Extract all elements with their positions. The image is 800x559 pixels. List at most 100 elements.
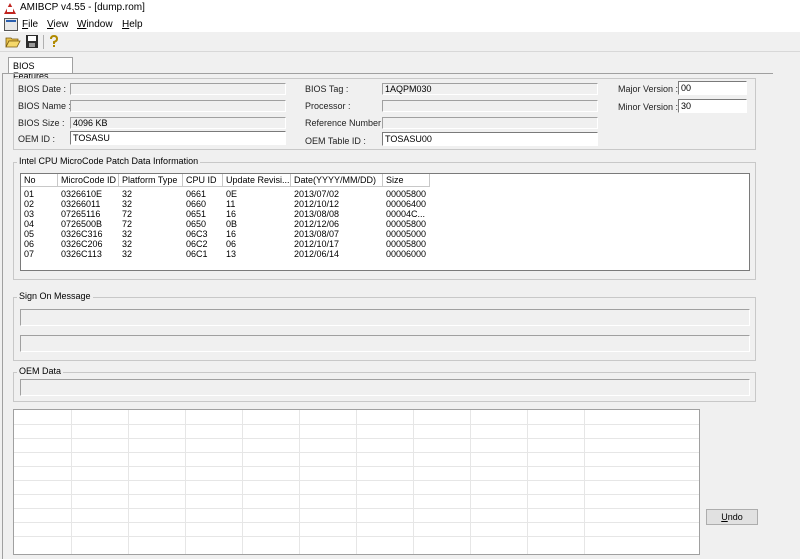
- table-cell: 0650: [186, 219, 207, 229]
- table-cell: 2012/10/17: [294, 239, 340, 249]
- table-cell: 2013/08/07: [294, 229, 340, 239]
- table-cell: 32: [122, 189, 133, 199]
- table-cell: 00005800: [386, 239, 427, 249]
- table-cell: 0651: [186, 209, 207, 219]
- microcode-group-title: Intel CPU MicroCode Patch Data Informati…: [17, 156, 201, 166]
- table-cell: 00006000: [386, 249, 427, 259]
- oem-id-label: OEM ID :: [18, 134, 56, 144]
- undo-button[interactable]: Undo: [706, 509, 758, 525]
- ami-logo-icon: [4, 3, 16, 14]
- menu-help[interactable]: Help: [122, 19, 143, 30]
- column-header[interactable]: Platform Type: [119, 174, 183, 187]
- open-folder-icon[interactable]: [5, 34, 21, 49]
- tab-bios-features[interactable]: BIOS Features: [8, 57, 73, 81]
- table-cell: 00004C...: [386, 209, 426, 219]
- data-grid[interactable]: [13, 409, 700, 555]
- table-cell: 32: [122, 229, 133, 239]
- table-cell: 06: [226, 239, 237, 249]
- column-header[interactable]: Update Revisi...: [223, 174, 291, 187]
- menu-file[interactable]: File: [22, 19, 38, 30]
- table-cell: 0E: [226, 189, 238, 199]
- table-cell: 32: [122, 199, 133, 209]
- oem-data-group-title: OEM Data: [17, 366, 64, 376]
- grid-line: [14, 480, 699, 481]
- column-header[interactable]: CPU ID: [183, 174, 223, 187]
- table-cell: 03266011: [61, 199, 101, 209]
- table-cell: 0660: [186, 199, 207, 209]
- table-cell: 01: [24, 189, 35, 199]
- table-cell: 0326C316: [61, 229, 103, 239]
- window-title: AMIBCP v4.55 - [dump.rom]: [20, 2, 145, 13]
- table-cell: 16: [226, 229, 237, 239]
- table-cell: 16: [226, 209, 237, 219]
- table-cell: 00005000: [386, 229, 427, 239]
- table-cell: 06C1: [186, 249, 208, 259]
- grid-line: [185, 410, 186, 554]
- menu-view[interactable]: View: [47, 19, 69, 30]
- major-version-label: Major Version :: [618, 84, 679, 94]
- oem-table-id-input[interactable]: TOSASU00: [382, 132, 598, 146]
- grid-line: [299, 410, 300, 554]
- grid-line: [356, 410, 357, 554]
- microcode-list[interactable]: No MicroCode ID Platform Type CPU ID Update …: [20, 173, 750, 271]
- undo-label-rest: ndo: [727, 512, 743, 522]
- grid-line: [14, 466, 699, 467]
- grid-line: [527, 410, 528, 554]
- reference-number-label: Reference Number :: [305, 118, 387, 128]
- sign-on-group-title: Sign On Message: [17, 291, 93, 301]
- table-cell: 06C3: [186, 229, 208, 239]
- grid-line: [128, 410, 129, 554]
- column-header[interactable]: MicroCode ID: [58, 174, 119, 187]
- table-cell: 32: [122, 249, 133, 259]
- table-cell: 00005800: [386, 189, 427, 199]
- bios-date-label: BIOS Date :: [18, 84, 67, 94]
- table-cell: 13: [226, 249, 237, 259]
- oem-data-field[interactable]: [20, 379, 750, 396]
- bios-name-field: [70, 100, 286, 112]
- sign-on-line-2[interactable]: [20, 335, 750, 352]
- bios-tag-field: 1AQPM030: [382, 83, 598, 95]
- table-cell: 06: [24, 239, 35, 249]
- table-cell: 2012/12/06: [294, 219, 340, 229]
- grid-line: [242, 410, 243, 554]
- document-window-icon[interactable]: [4, 18, 18, 31]
- table-cell: 00006400: [386, 199, 427, 209]
- oem-id-input[interactable]: TOSASU: [70, 131, 286, 145]
- minor-version-label: Minor Version :: [618, 102, 679, 112]
- bios-size-field: 4096 KB: [70, 117, 286, 129]
- sign-on-line-1[interactable]: [20, 309, 750, 326]
- table-cell: 00005800: [386, 219, 427, 229]
- save-disk-icon[interactable]: [24, 34, 40, 49]
- table-cell: 04: [24, 219, 35, 229]
- table-cell: 0B: [226, 219, 238, 229]
- grid-line: [14, 424, 699, 425]
- grid-line: [584, 410, 585, 554]
- grid-line: [14, 522, 699, 523]
- table-cell: 07: [24, 249, 35, 259]
- help-question-icon[interactable]: [46, 34, 62, 49]
- toolbar: [0, 33, 800, 52]
- menu-bar: File View Window Help: [0, 17, 800, 32]
- toolbar-separator: [43, 35, 44, 49]
- table-cell: 0726500B: [61, 219, 103, 229]
- menu-window[interactable]: Window: [77, 19, 113, 30]
- table-cell: 0326C113: [61, 249, 102, 259]
- bios-date-field: [70, 83, 286, 95]
- table-cell: 0326C206: [61, 239, 103, 249]
- table-cell: 03: [24, 209, 35, 219]
- column-header[interactable]: Size: [383, 174, 430, 187]
- table-cell: 2013/08/08: [294, 209, 340, 219]
- grid-line: [71, 410, 72, 554]
- grid-line: [470, 410, 471, 554]
- bios-tag-label: BIOS Tag :: [305, 84, 349, 94]
- processor-label: Processor :: [305, 101, 351, 111]
- table-cell: 0661: [186, 189, 207, 199]
- table-cell: 2012/06/14: [294, 249, 340, 259]
- grid-line: [14, 438, 699, 439]
- grid-line: [14, 494, 699, 495]
- major-version-input[interactable]: 00: [678, 81, 747, 95]
- column-header[interactable]: Date(YYYY/MM/DD): [291, 174, 383, 187]
- column-header[interactable]: No: [21, 174, 58, 187]
- minor-version-input[interactable]: 30: [678, 99, 747, 113]
- table-cell: 11: [226, 199, 236, 209]
